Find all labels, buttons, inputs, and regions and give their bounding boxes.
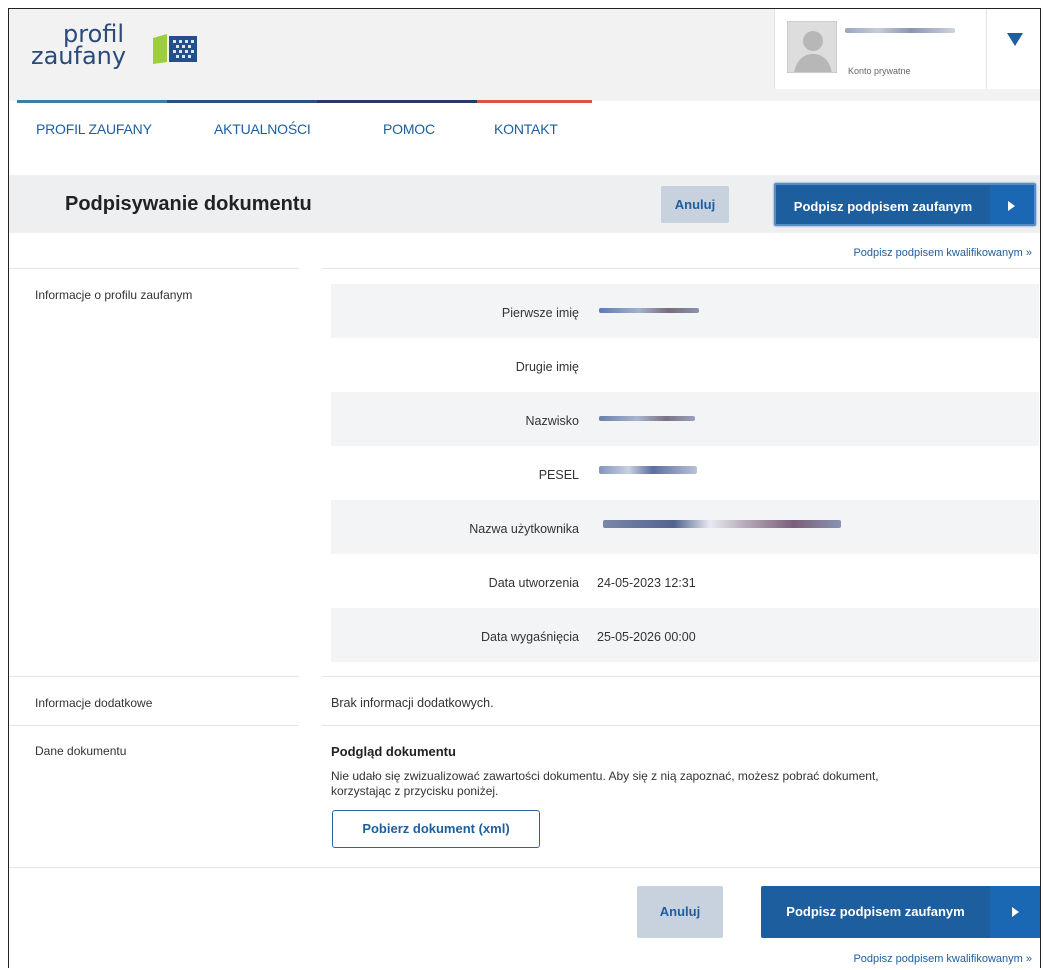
field-label: Data wygaśnięcia: [481, 630, 579, 644]
arrow-right-icon: [990, 185, 1034, 224]
divider: [9, 867, 1040, 868]
additional-info-text: Brak informacji dodatkowych.: [331, 696, 494, 710]
field-label: Data utworzenia: [488, 576, 579, 590]
download-label: Pobierz dokument (xml): [362, 821, 510, 836]
sign-trusted-button-top[interactable]: Podpisz podpisem zaufanym: [774, 183, 1036, 226]
field-label: Nazwisko: [525, 414, 580, 428]
redacted-value: [599, 466, 697, 474]
field-label: PESEL: [538, 468, 579, 482]
divider: [9, 268, 299, 269]
field-label: Nazwa użytkownika: [469, 522, 579, 536]
divider: [322, 676, 1040, 677]
document-preview-message-line1: Nie udało się zwizualizować zawartości d…: [331, 769, 879, 783]
main-nav: PROFIL ZAUFANY AKTUALNOŚCI POMOC KONTAKT: [9, 103, 1040, 175]
cancel-button-bottom[interactable]: Anuluj: [637, 886, 723, 938]
section-label-profile-info: Informacje o profilu zaufanym: [35, 288, 193, 302]
account-menu-toggle[interactable]: [986, 9, 1040, 89]
profil-zaufany-logo[interactable]: profil zaufany: [31, 22, 231, 83]
cancel-label: Anuluj: [659, 904, 701, 919]
arrow-right-icon: [990, 886, 1040, 938]
divider: [9, 725, 299, 726]
section-label-document: Dane dokumentu: [35, 744, 127, 758]
field-value: 25-05-2026 00:00: [597, 630, 696, 644]
info-row-expires: Data wygaśnięcia 25-05-2026 00:00: [331, 608, 1039, 662]
account-name-redacted: [845, 25, 955, 35]
redacted-value: [599, 308, 699, 313]
sign-label: Podpisz podpisem zaufanym: [786, 904, 965, 919]
document-preview-message-line2: korzystając z przycisku poniżej.: [331, 784, 499, 798]
account-panel[interactable]: Konto prywatne: [774, 9, 1040, 89]
info-row-second-name: Drugie imię: [331, 338, 1039, 392]
info-row-surname: Nazwisko: [331, 392, 1039, 446]
nav-profil-zaufany[interactable]: PROFIL ZAUFANY: [36, 121, 152, 137]
nav-pomoc[interactable]: POMOC: [383, 121, 435, 137]
nav-kontakt[interactable]: KONTAKT: [494, 121, 558, 137]
document-preview-title: Podgląd dokumentu: [331, 744, 456, 759]
divider: [9, 676, 299, 677]
cancel-button-top[interactable]: Anuluj: [661, 186, 729, 223]
page-title: Podpisywanie dokumentu: [65, 193, 312, 215]
logo-text-line2: zaufany: [31, 42, 127, 70]
divider: [322, 268, 1040, 269]
section-label-additional-info: Informacje dodatkowe: [35, 696, 153, 710]
redacted-value: [603, 520, 841, 528]
field-value: 24-05-2023 12:31: [597, 576, 696, 590]
sign-trusted-button-bottom[interactable]: Podpisz podpisem zaufanym: [761, 886, 1040, 938]
info-row-username: Nazwa użytkownika: [331, 500, 1039, 554]
download-xml-button[interactable]: Pobierz dokument (xml): [332, 810, 540, 848]
page-frame: profil zaufany Konto prywatne PROFIL ZAU…: [8, 8, 1041, 968]
header: profil zaufany Konto prywatne: [9, 9, 1040, 101]
sign-qualified-link-bottom[interactable]: Podpisz podpisem kwalifikowanym »: [853, 953, 1032, 965]
sign-qualified-link-top[interactable]: Podpisz podpisem kwalifikowanym »: [853, 247, 1032, 259]
redacted-value: [599, 416, 695, 421]
cancel-label: Anuluj: [674, 197, 716, 212]
divider: [322, 725, 1040, 726]
info-row-first-name: Pierwsze imię: [331, 284, 1039, 338]
sign-label: Podpisz podpisem zaufanym: [793, 199, 973, 214]
account-type-label: Konto prywatne: [848, 66, 911, 76]
info-row-created: Data utworzenia 24-05-2023 12:31: [331, 554, 1039, 608]
logo-mark-icon: [153, 34, 197, 64]
triangle-down-icon: [1007, 33, 1023, 46]
user-avatar-icon: [787, 21, 837, 73]
info-row-pesel: PESEL: [331, 446, 1039, 500]
action-bar-top: Podpisywanie dokumentu Anuluj Podpisz po…: [9, 175, 1040, 233]
field-label: Drugie imię: [515, 360, 579, 374]
field-label: Pierwsze imię: [501, 306, 579, 320]
nav-aktualnosci[interactable]: AKTUALNOŚCI: [214, 121, 311, 137]
